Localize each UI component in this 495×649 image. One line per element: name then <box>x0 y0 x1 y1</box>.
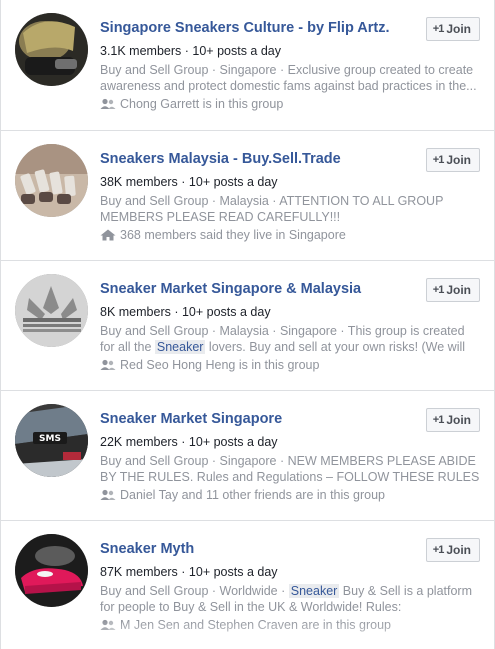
people-icon <box>100 489 116 500</box>
group-member-stats: 8K members · 10+ posts a day <box>100 305 271 319</box>
description-text: Buy and Sell Group · Worldwide · <box>100 584 289 598</box>
group-list: Singapore Sneakers Culture - by Flip Art… <box>0 0 495 649</box>
group-photo <box>15 534 88 607</box>
group-avatar[interactable] <box>15 534 88 607</box>
home-icon <box>100 229 116 241</box>
join-label: Join <box>446 413 471 427</box>
group-avatar[interactable]: SMS <box>15 404 88 477</box>
people-icon <box>100 619 116 630</box>
group-title-link[interactable]: Sneaker Market Singapore <box>100 410 480 428</box>
group-avatar[interactable] <box>15 144 88 217</box>
group-member-stats: 22K members · 10+ posts a day <box>100 435 278 449</box>
join-icon: +1 <box>432 23 445 35</box>
group-photo <box>15 274 88 347</box>
group-photo <box>15 144 88 217</box>
group-title-link[interactable]: Sneaker Myth <box>100 540 480 558</box>
join-label: Join <box>446 153 471 167</box>
join-group-button[interactable]: +1 Join <box>425 17 480 41</box>
group-social-text: Red Seo Hong Heng is in this group <box>120 358 320 372</box>
group-social-text: M Jen Sen and Stephen Craven are in this… <box>120 618 392 632</box>
group-title-link[interactable]: Singapore Sneakers Culture - by Flip Art… <box>100 19 480 37</box>
group-social-text: Chong Garrett is in this group <box>120 97 284 111</box>
group-social-context: 368 members said they live in Singapore <box>100 227 480 243</box>
group-member-stats: 38K members · 10+ posts a day <box>100 175 278 189</box>
join-label: Join <box>446 22 471 36</box>
search-highlight: Sneaker <box>154 340 206 354</box>
group-description: Buy and Sell Group · Singapore · Exclusi… <box>100 63 477 93</box>
join-group-button[interactable]: +1 Join <box>425 538 480 562</box>
group-social-text: 368 members said they live in Singapore <box>120 228 346 242</box>
join-icon: +1 <box>432 544 445 556</box>
people-icon <box>100 98 116 109</box>
group-description: Buy and Sell Group · Worldwide · Sneaker… <box>100 583 480 615</box>
search-highlight: Sneaker <box>288 584 340 598</box>
group-social-context: Red Seo Hong Heng is in this group <box>100 357 480 373</box>
group-card: SMS Sneaker Market Singapore 22K members… <box>0 391 495 521</box>
group-title-link[interactable]: Sneakers Malaysia - Buy.Sell.Trade <box>100 150 480 168</box>
group-description: Buy and Sell Group · Singapore · NEW MEM… <box>100 454 480 484</box>
group-social-context: Chong Garrett is in this group <box>100 96 480 112</box>
join-group-button[interactable]: +1 Join <box>425 408 480 432</box>
group-social-context: Daniel Tay and 11 other friends are in t… <box>100 487 480 503</box>
join-icon: +1 <box>432 154 445 166</box>
group-social-context: M Jen Sen and Stephen Craven are in this… <box>100 617 480 633</box>
join-group-button[interactable]: +1 Join <box>425 278 480 302</box>
group-description: Buy and Sell Group · Malaysia · ATTENTIO… <box>100 194 444 224</box>
group-avatar[interactable] <box>15 13 88 86</box>
join-icon: +1 <box>432 414 445 426</box>
group-card: Sneakers Malaysia - Buy.Sell.Trade 38K m… <box>0 131 495 261</box>
join-icon: +1 <box>432 284 445 296</box>
group-card: Sneaker Market Singapore & Malaysia 8K m… <box>0 261 495 391</box>
group-card: Singapore Sneakers Culture - by Flip Art… <box>0 0 495 131</box>
group-photo <box>15 13 88 86</box>
group-title-link[interactable]: Sneaker Market Singapore & Malaysia <box>100 280 480 298</box>
group-photo: SMS <box>15 404 88 477</box>
group-description: Buy and Sell Group · Malaysia · Singapor… <box>100 323 480 355</box>
group-member-stats: 3.1K members · 10+ posts a day <box>100 44 281 58</box>
svg-text:SMS: SMS <box>39 434 61 444</box>
group-avatar[interactable] <box>15 274 88 347</box>
join-label: Join <box>446 283 471 297</box>
group-card: Sneaker Myth 87K members · 10+ posts a d… <box>0 521 495 649</box>
people-icon <box>100 359 116 370</box>
group-social-text: Daniel Tay and 11 other friends are in t… <box>120 488 385 502</box>
join-group-button[interactable]: +1 Join <box>425 148 480 172</box>
group-member-stats: 87K members · 10+ posts a day <box>100 565 278 579</box>
join-label: Join <box>446 543 471 557</box>
